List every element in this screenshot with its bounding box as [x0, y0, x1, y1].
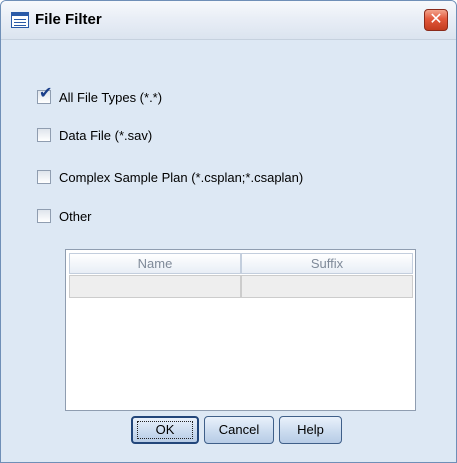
cancel-button-label: Cancel [218, 422, 260, 437]
dialog-icon [11, 12, 29, 28]
checkmark-icon: ✔ [39, 85, 53, 102]
option-all-file-types[interactable]: ✔ All File Types (*.*) [37, 86, 163, 106]
checkbox-complex-sample-plan[interactable] [37, 170, 51, 184]
help-button[interactable]: Help [279, 416, 342, 444]
checkbox-data-file[interactable] [37, 128, 51, 142]
option-other[interactable]: Other [37, 207, 92, 225]
option-label: Data File (*.sav) [59, 127, 153, 143]
dialog-title: File Filter [35, 11, 102, 28]
close-button[interactable]: ✕ [424, 9, 448, 31]
checkbox-other[interactable] [37, 209, 51, 223]
option-label: Other [59, 208, 92, 224]
table-cell-name[interactable] [69, 275, 241, 298]
table-cell-suffix[interactable] [241, 275, 413, 298]
checkbox-all-file-types[interactable]: ✔ [37, 86, 52, 104]
cancel-button[interactable]: Cancel [204, 416, 274, 444]
focus-ring [137, 421, 193, 439]
ok-button[interactable]: OK [131, 416, 199, 444]
dialog-content: ✔ All File Types (*.*) Data File (*.sav)… [1, 40, 456, 462]
title-bar[interactable]: File Filter ✕ [1, 1, 456, 40]
option-complex-sample-plan[interactable]: Complex Sample Plan (*.csplan;*.csaplan) [37, 168, 303, 186]
close-icon: ✕ [429, 11, 443, 28]
option-label: All File Types (*.*) [59, 89, 163, 105]
column-header-name[interactable]: Name [69, 253, 241, 274]
option-data-file[interactable]: Data File (*.sav) [37, 126, 152, 144]
column-header-suffix[interactable]: Suffix [241, 253, 413, 274]
suffix-table[interactable]: Name Suffix [65, 249, 416, 411]
option-label: Complex Sample Plan (*.csplan;*.csaplan) [59, 169, 304, 185]
file-filter-dialog: File Filter ✕ ✔ All File Types (*.*) Dat… [0, 0, 457, 463]
help-button-label: Help [297, 422, 324, 437]
